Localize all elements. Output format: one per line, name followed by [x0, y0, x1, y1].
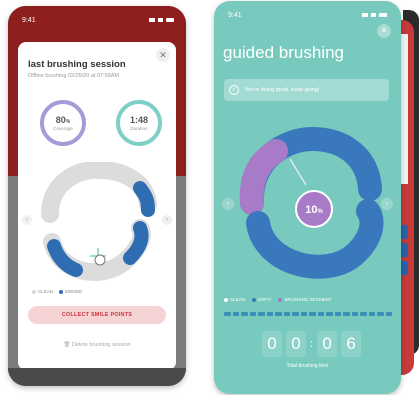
status-bar: 9:41 — [22, 14, 174, 26]
timer-digit: 6 — [341, 331, 362, 357]
banner-text: You're doing good, keep going! — [244, 87, 320, 93]
legend-dot-missed — [59, 289, 64, 294]
legend-label: CLEAN — [38, 289, 54, 294]
status-bar: 9:41 — [228, 9, 387, 21]
segment-pointer — [289, 158, 307, 186]
encouragement-banner: ✓ You're doing good, keep going! — [224, 79, 389, 101]
signal-icons — [362, 13, 387, 17]
legend-item: MISSED — [59, 289, 82, 294]
drag-hand-icon — [90, 248, 106, 266]
legend-item: CLEAN — [224, 297, 245, 302]
legend-label: BRUSHING SEGMENT — [284, 297, 332, 302]
legend-item: CLEAN — [32, 289, 53, 294]
tab-bar — [8, 368, 186, 386]
legend-dot-clean — [32, 289, 36, 294]
rotate-right-icon[interactable]: › — [162, 215, 172, 225]
legend-item: BRUSHING SEGMENT — [278, 297, 332, 302]
teeth-map[interactable] — [36, 162, 158, 282]
guided-brushing-phone: 9:41 ✕ guided brushing ✓ You're doing go… — [214, 1, 401, 394]
legend-label: DIRTY — [258, 297, 272, 302]
left-legend: CLEAN MISSED — [32, 289, 82, 294]
upper-arch-clean — [41, 162, 157, 223]
collect-smile-points-button[interactable]: COLLECT SMILE POINTS — [28, 306, 166, 324]
coverage-label: Coverage — [53, 126, 73, 131]
status-time: 9:41 — [228, 11, 242, 19]
teeth-map[interactable]: 10% — [232, 119, 384, 289]
duration-label: Duration — [130, 126, 148, 131]
signal-icons — [149, 18, 174, 22]
rotate-left-icon[interactable]: ‹ — [22, 215, 32, 225]
upper-arch-missed — [133, 181, 155, 217]
delete-label: Delete brushing session — [71, 342, 131, 348]
page-title: guided brushing — [223, 43, 344, 62]
rotate-right-icon[interactable]: › — [381, 198, 393, 210]
legend-dot-dirty — [252, 297, 257, 302]
legend-item: DIRTY — [252, 297, 271, 302]
legend-label: MISSED — [65, 289, 83, 294]
brushing-timer: 0 0 : 0 6 — [262, 331, 362, 357]
delete-session-link[interactable]: 🗑 Delete brushing session — [18, 342, 176, 348]
timer-digit: 0 — [317, 331, 338, 357]
legend-dot-segment — [278, 297, 283, 302]
coverage-ring: 80% Coverage — [40, 100, 86, 146]
card-subtitle: Offline brushing 02/25/20 at 07:58AM — [28, 73, 120, 79]
coverage-value: 80 — [55, 115, 66, 125]
check-icon: ✓ — [229, 85, 239, 95]
legend-dot-clean — [224, 297, 228, 302]
duration-value: 1:48 — [129, 115, 148, 125]
card-title: last brushing session — [28, 59, 126, 70]
timer-label: Total brushing time — [286, 363, 329, 369]
last-session-phone: 9:41 ✕ last brushing session Offline bru… — [8, 6, 186, 386]
timer-colon: : — [310, 338, 314, 350]
timer-digit: 0 — [262, 331, 282, 357]
duration-ring: 1:48 Duration — [116, 100, 162, 146]
close-icon[interactable]: ✕ — [156, 48, 170, 62]
right-legend: CLEAN DIRTY BRUSHING SEGMENT — [224, 297, 332, 302]
trash-icon: 🗑 — [63, 342, 71, 348]
close-icon[interactable]: ✕ — [377, 24, 391, 38]
rotate-left-icon[interactable]: ‹ — [222, 198, 234, 210]
status-time: 9:41 — [22, 16, 36, 24]
legend-label: CLEAN — [230, 297, 246, 302]
coverage-unit: % — [65, 119, 71, 125]
session-card: ✕ last brushing session Offline brushing… — [18, 42, 176, 370]
brushing-progress-bar — [224, 312, 392, 316]
timer-digit: 0 — [286, 331, 306, 357]
